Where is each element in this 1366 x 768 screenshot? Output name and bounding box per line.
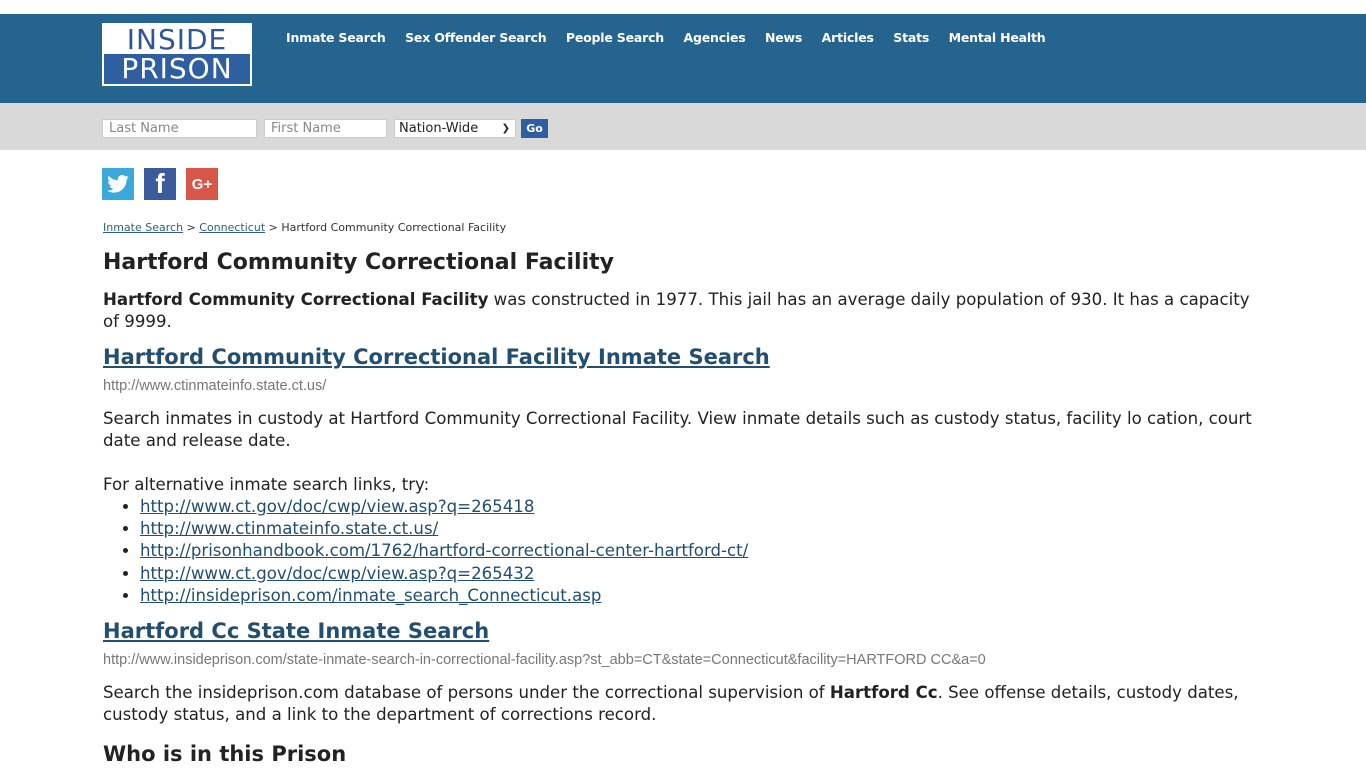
- breadcrumb-separator: >: [268, 221, 278, 234]
- list-item: http://prisonhandbook.com/1762/hartford-…: [140, 540, 1268, 562]
- intro-bold: Hartford Community Correctional Facility: [103, 290, 489, 309]
- nav-stats[interactable]: Stats: [893, 30, 929, 45]
- state-inmate-search-link[interactable]: Hartford Cc State Inmate Search: [103, 619, 489, 643]
- logo-bottom-text: PRISON: [104, 54, 250, 84]
- breadcrumb-connecticut[interactable]: Connecticut: [199, 221, 265, 234]
- scope-select[interactable]: Nation-Wide ❯: [394, 119, 516, 138]
- section-heading: Hartford Community Correctional Facility…: [103, 345, 1268, 369]
- inmate-search-link[interactable]: Hartford Community Correctional Facility…: [103, 345, 770, 369]
- go-button[interactable]: Go: [521, 119, 548, 138]
- site-header: INSIDE PRISON Inmate Search Sex Offender…: [0, 14, 1366, 103]
- alt-links-intro: For alternative inmate search links, try…: [103, 475, 430, 494]
- main-nav: Inmate Search Sex Offender Search People…: [286, 30, 1065, 45]
- nav-agencies[interactable]: Agencies: [684, 30, 746, 45]
- breadcrumb-separator: >: [186, 221, 196, 234]
- social-links: f G+: [102, 168, 218, 200]
- alt-link[interactable]: http://www.ct.gov/doc/cwp/view.asp?q=265…: [140, 564, 534, 583]
- alt-link[interactable]: http://insideprison.com/inmate_search_Co…: [140, 586, 601, 605]
- desc-text: Search the insideprison.com database of …: [103, 683, 830, 703]
- section-heading: Hartford Cc State Inmate Search: [103, 619, 1268, 643]
- section-description: Search inmates in custody at Hartford Co…: [103, 409, 1252, 450]
- section-url: http://www.ctinmateinfo.state.ct.us/: [103, 378, 327, 394]
- nav-people-search[interactable]: People Search: [566, 30, 664, 45]
- nav-inmate-search[interactable]: Inmate Search: [286, 30, 386, 45]
- nav-news[interactable]: News: [765, 30, 802, 45]
- top-gap: [0, 0, 1366, 14]
- logo-top-text: INSIDE: [126, 23, 228, 56]
- breadcrumb-current: Hartford Community Correctional Facility: [281, 221, 507, 234]
- nav-articles[interactable]: Articles: [822, 30, 874, 45]
- alt-link[interactable]: http://www.ct.gov/doc/cwp/view.asp?q=265…: [140, 497, 534, 516]
- site-logo[interactable]: INSIDE PRISON: [102, 23, 252, 86]
- alt-links-list: http://www.ct.gov/doc/cwp/view.asp?q=265…: [103, 496, 1268, 607]
- chevron-down-icon: ❯: [501, 123, 510, 134]
- breadcrumb: Inmate Search > Connecticut > Hartford C…: [103, 221, 1268, 234]
- who-heading: Who is in this Prison: [103, 742, 347, 767]
- nav-sex-offender-search[interactable]: Sex Offender Search: [405, 30, 547, 45]
- main-content: Inmate Search > Connecticut > Hartford C…: [103, 221, 1268, 766]
- twitter-icon[interactable]: [102, 168, 134, 200]
- list-item: http://www.ctinmateinfo.state.ct.us/: [140, 518, 1268, 540]
- desc-bold: Hartford Cc: [829, 683, 938, 703]
- alt-link[interactable]: http://prisonhandbook.com/1762/hartford-…: [140, 541, 748, 560]
- breadcrumb-inmate-search[interactable]: Inmate Search: [103, 221, 183, 234]
- section-url: http://www.insideprison.com/state-inmate…: [103, 652, 986, 669]
- section-description: Search the insideprison.com database of …: [103, 682, 1268, 726]
- first-name-input[interactable]: [264, 119, 387, 138]
- page-title: Hartford Community Correctional Facility: [103, 250, 614, 275]
- intro-paragraph: Hartford Community Correctional Facility…: [103, 289, 1268, 333]
- list-item: http://insideprison.com/inmate_search_Co…: [140, 585, 1268, 607]
- alt-link[interactable]: http://www.ctinmateinfo.state.ct.us/: [140, 519, 438, 538]
- search-bar: Nation-Wide ❯ Go: [0, 103, 1366, 150]
- google-plus-icon[interactable]: G+: [186, 168, 218, 200]
- scope-select-value: Nation-Wide: [399, 121, 479, 136]
- facebook-icon[interactable]: f: [144, 168, 176, 200]
- nav-mental-health[interactable]: Mental Health: [949, 30, 1046, 45]
- list-item: http://www.ct.gov/doc/cwp/view.asp?q=265…: [140, 496, 1268, 518]
- last-name-input[interactable]: [102, 119, 257, 138]
- list-item: http://www.ct.gov/doc/cwp/view.asp?q=265…: [140, 563, 1268, 585]
